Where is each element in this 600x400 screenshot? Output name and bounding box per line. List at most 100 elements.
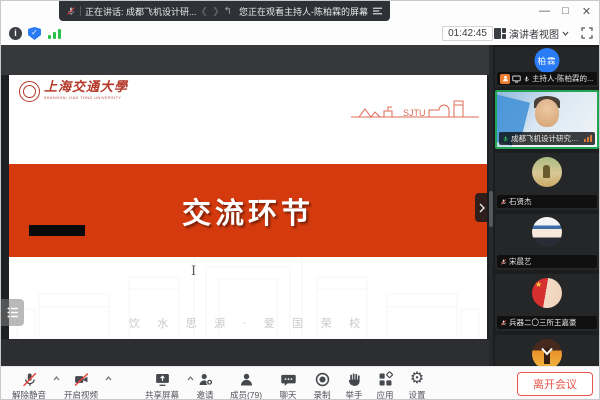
members-button[interactable]: 成员(79)	[224, 370, 268, 400]
control-toolbar: 解除静音 开启视频 共享屏幕 邀请 成员(79) 聊天 录制	[1, 366, 600, 400]
next-arrow-icon[interactable]: ❯	[212, 6, 220, 17]
participant-tile-host[interactable]: 柏霖 主持人-陈柏霖的...	[495, 47, 599, 87]
avatar	[532, 157, 562, 187]
participant-name: 主持人-陈柏霖的...	[532, 73, 594, 84]
toolbar-label: 成员(79)	[230, 389, 262, 400]
meeting-window: 正在讲话: 成都飞机设计研... ❮ ❯ ↰ 您正在观看主持人-陈柏霖的屏幕 —…	[0, 0, 600, 400]
status-row: i ✓ 01:42:45 演讲者视图	[1, 23, 600, 45]
university-name-zh: 上海交通大學	[44, 81, 128, 95]
signal-bars-icon	[584, 135, 592, 142]
shared-screen-area: 上海交通大學 SHANGHAI JIAO TONG UNIVERSITY SJT…	[1, 45, 489, 366]
mic-active-icon	[502, 135, 509, 143]
toolbar-label: 举手	[345, 389, 362, 400]
mic-muted-icon	[500, 319, 507, 327]
title-banner: 交流环节	[9, 164, 487, 257]
watching-label: 您正在观看主持人-陈柏霖的屏幕	[239, 5, 368, 18]
slide-panel-toggle-button[interactable]	[1, 299, 24, 326]
meeting-timer: 01:42:45	[442, 26, 493, 41]
watching-banner: 您正在观看主持人-陈柏霖的屏幕	[232, 1, 390, 21]
redaction-bar	[29, 225, 85, 236]
apps-icon	[376, 370, 394, 388]
sidebar-collapse-button[interactable]	[475, 193, 489, 222]
mic-muted-icon	[500, 258, 507, 266]
meeting-info-icon[interactable]: i	[9, 27, 22, 40]
participant-name: 石贤杰	[509, 196, 594, 207]
close-button[interactable]: ✕	[576, 5, 597, 18]
participant-tile[interactable]: 石贤杰	[495, 153, 599, 210]
screen-sharing-badge-icon	[512, 75, 521, 83]
leave-meeting-button[interactable]: 离开会议	[517, 372, 593, 396]
minimize-button[interactable]: —	[534, 5, 555, 17]
share-screen-icon	[153, 370, 171, 388]
view-mode-selector[interactable]: 演讲者视图	[494, 26, 569, 41]
mic-on-icon	[523, 75, 530, 83]
members-icon	[237, 370, 255, 388]
presentation-slide: 上海交通大學 SHANGHAI JIAO TONG UNIVERSITY SJT…	[9, 75, 487, 339]
invite-button[interactable]: 邀请	[186, 370, 224, 400]
layout-icon	[494, 28, 506, 39]
speaking-banner: 正在讲话: 成都飞机设计研... ❮ ❯ ↰	[59, 1, 239, 21]
view-mode-label: 演讲者视图	[509, 26, 559, 41]
start-video-button[interactable]: 开启视频	[59, 370, 103, 400]
mic-muted-icon	[500, 198, 507, 206]
chat-button[interactable]: 聊天	[269, 370, 307, 400]
restore-arrow-icon[interactable]: ↰	[224, 6, 232, 17]
presentation-top-strip	[1, 45, 489, 75]
participant-name: 兵器二〇三所王嘉豪	[509, 317, 594, 328]
campus-skyline-art: SJTU	[351, 97, 479, 119]
toolbar-label: 聊天	[279, 389, 296, 400]
university-name-en: SHANGHAI JIAO TONG UNIVERSITY	[44, 96, 128, 100]
unmute-button[interactable]: 解除静音	[7, 370, 51, 400]
camera-off-icon	[72, 370, 90, 388]
toolbar-label: 解除静音	[12, 389, 46, 400]
video-options-caret[interactable]	[105, 376, 112, 383]
school-motto: 饮 水 思 源 · 爱 国 荣 校	[9, 315, 487, 331]
toolbar-label: 开启视频	[64, 389, 98, 400]
participant-tile[interactable]: 宋晨艺	[495, 214, 599, 270]
participants-sidebar: 柏霖 主持人-陈柏霖的... 成都飞机设计研究所... 石贤	[493, 45, 600, 366]
toolbar-label: 录制	[313, 389, 330, 400]
toolbar-label: 应用	[376, 389, 393, 400]
maximize-button[interactable]: □	[555, 5, 576, 17]
window-controls: — □ ✕	[534, 1, 597, 21]
mic-muted-icon	[20, 370, 38, 388]
chat-icon	[279, 370, 297, 388]
security-shield-icon[interactable]: ✓	[28, 27, 41, 40]
raise-hand-icon	[345, 370, 363, 388]
share-screen-button[interactable]: 共享屏幕	[139, 370, 185, 400]
record-icon	[313, 370, 331, 388]
scroll-more-chevron-icon[interactable]	[540, 347, 554, 356]
divider	[80, 6, 81, 16]
speaking-label: 正在讲话: 成都飞机设计研...	[85, 5, 197, 18]
title-bar: 正在讲话: 成都飞机设计研... ❮ ❯ ↰ 您正在观看主持人-陈柏霖的屏幕 —…	[1, 1, 600, 23]
avatar: 柏霖	[535, 48, 560, 73]
network-signal-icon	[48, 29, 62, 39]
list-icon	[7, 307, 19, 318]
invite-icon	[196, 370, 214, 388]
star-icon: ★	[535, 280, 542, 289]
settings-button[interactable]: ⚙ 设置	[398, 370, 436, 400]
chevron-down-icon	[562, 31, 569, 36]
presentation-bottom-strip	[1, 339, 489, 366]
avatar	[532, 217, 562, 247]
chevron-right-icon	[479, 203, 485, 213]
screen-list-icon[interactable]	[372, 6, 383, 16]
sjtu-logo: 上海交通大學 SHANGHAI JIAO TONG UNIVERSITY	[19, 81, 128, 102]
participant-tile-partial[interactable]	[495, 335, 599, 366]
sjtu-seal-icon	[19, 81, 40, 102]
prev-arrow-icon[interactable]: ❮	[201, 6, 209, 17]
fullscreen-icon[interactable]	[581, 27, 593, 39]
participant-tile[interactable]: ★ 兵器二〇三所王嘉豪	[495, 274, 599, 331]
participant-tile-active-speaker[interactable]: 成都飞机设计研究所...	[495, 90, 599, 149]
text-cursor: I	[191, 264, 196, 279]
avatar: ★	[532, 278, 562, 308]
settings-gear-icon: ⚙	[408, 370, 426, 388]
participant-name: 宋晨艺	[509, 256, 594, 267]
skyline-text: SJTU	[403, 108, 426, 118]
participant-name: 成都飞机设计研究所...	[511, 133, 582, 144]
mic-muted-icon	[66, 6, 76, 16]
host-badge-icon	[500, 74, 510, 84]
toolbar-label: 设置	[408, 389, 425, 400]
toolbar-label: 邀请	[196, 389, 213, 400]
toolbar-label: 共享屏幕	[145, 389, 179, 400]
